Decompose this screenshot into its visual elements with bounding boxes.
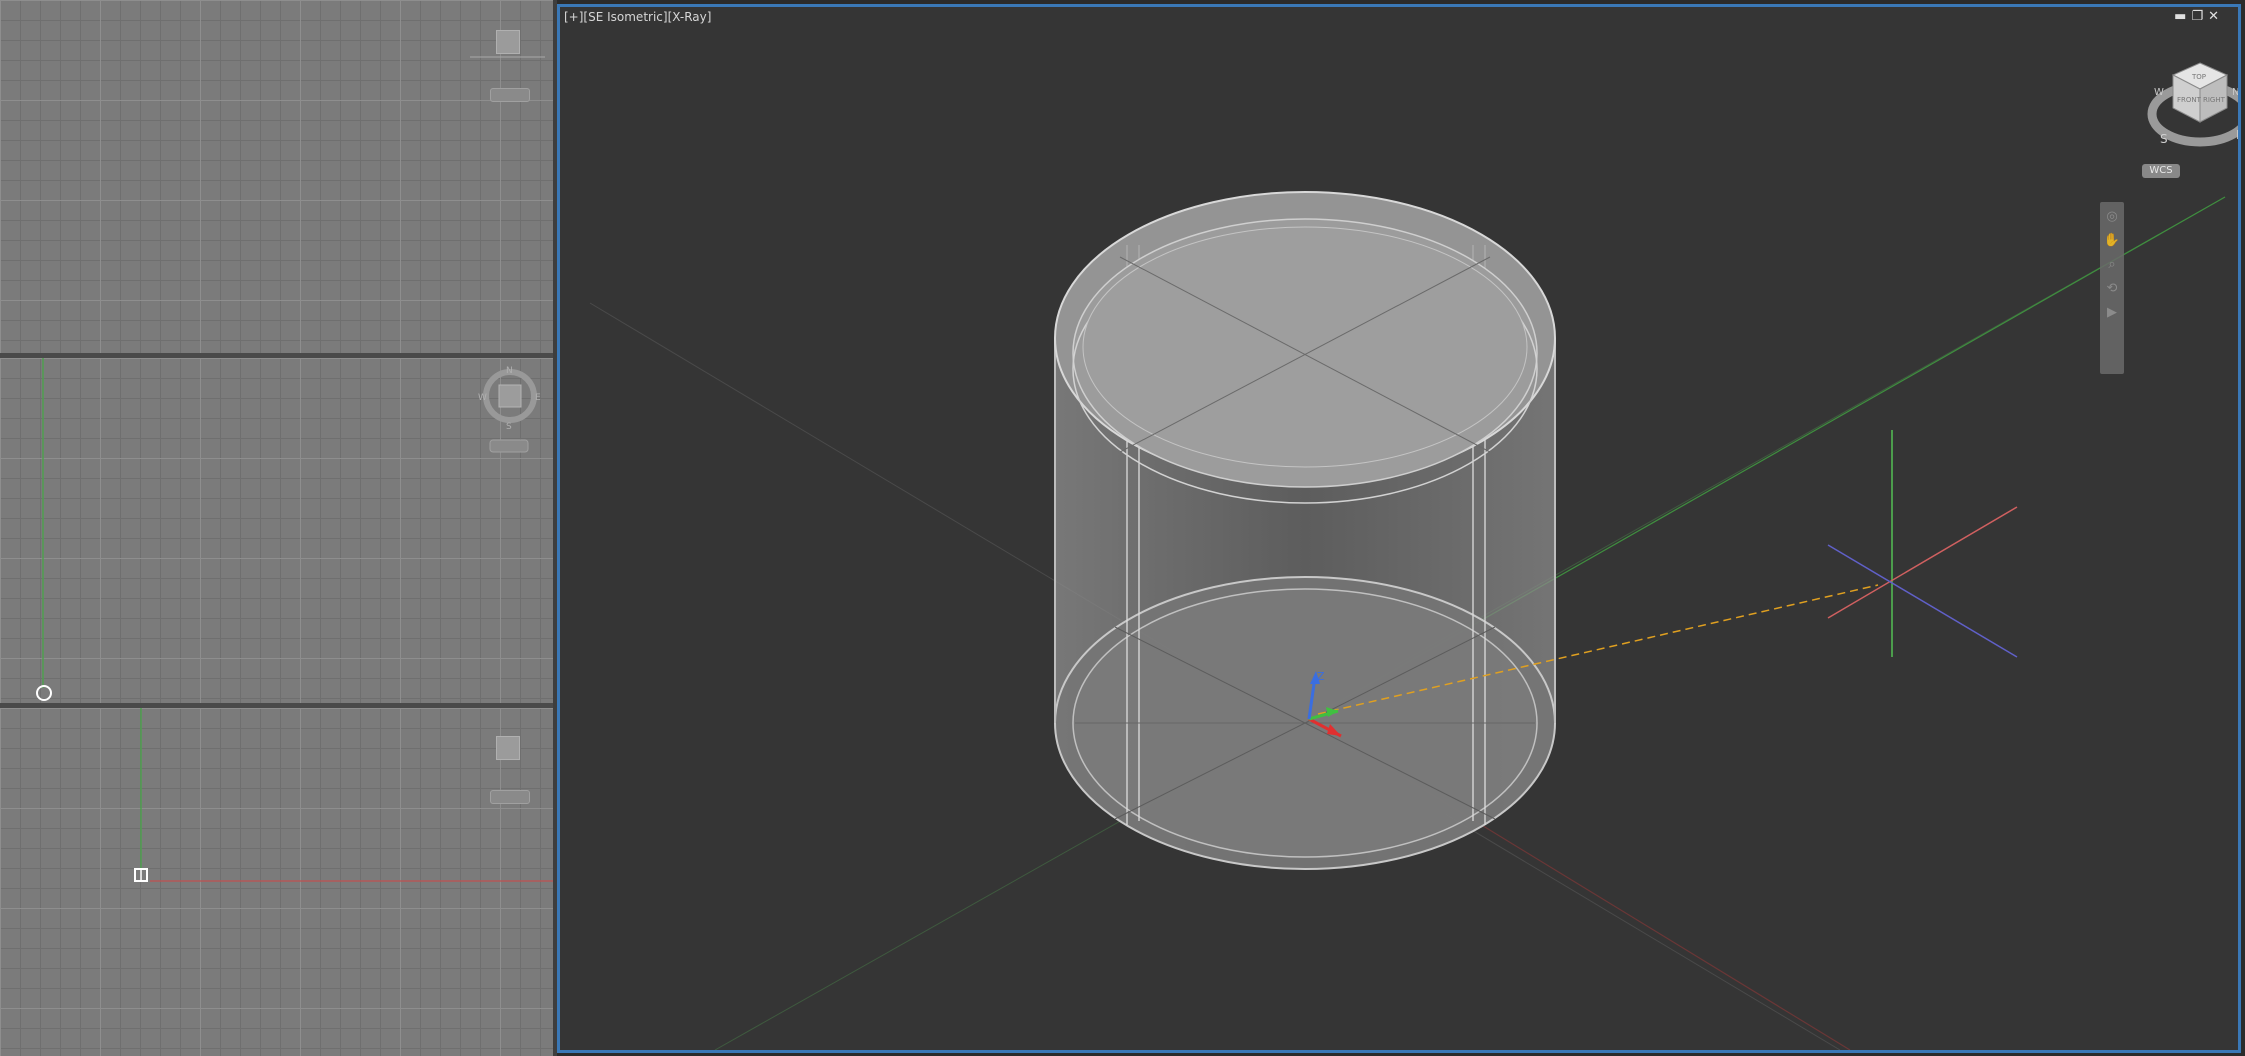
cylinder-solid[interactable]: [1054, 191, 1556, 870]
showmotion-icon[interactable]: ▶: [2103, 304, 2121, 322]
compass-e-label: E: [2236, 128, 2238, 142]
model-canvas[interactable]: Z TOP FRONT RIGHT W N S E: [560, 7, 2238, 1050]
ucs-z-label: Z: [1317, 670, 1325, 683]
zoom-icon[interactable]: ⌕: [2103, 256, 2121, 274]
orbit-icon[interactable]: ⟲: [2103, 280, 2121, 298]
viewcube-front-label: FRONT: [2177, 96, 2202, 104]
compass-e-label: E: [535, 393, 541, 403]
wcs-ghost-menu: [489, 439, 529, 453]
navigation-wheel-icon[interactable]: ◎: [2103, 208, 2121, 226]
compass-w-label: W: [478, 393, 487, 403]
compass-n-label: N: [506, 366, 513, 376]
compass-s-label: S: [506, 422, 512, 432]
ucs-origin-icon: [36, 685, 52, 701]
viewport-top[interactable]: [0, 0, 553, 353]
viewport-front-overlay: N S W E: [36, 358, 541, 701]
viewport-left-overlay: [134, 708, 553, 882]
compass-n-label: N: [2232, 87, 2238, 98]
viewcube-ghost-icon: [498, 384, 522, 408]
viewcube-right-label: RIGHT: [2203, 96, 2226, 104]
cylinder-lid-face: [1082, 226, 1528, 468]
compass-w-label: W: [2154, 87, 2164, 98]
viewport-se-isometric[interactable]: [+][SE Isometric][X-Ray] ▬❐✕ Z TOP FRONT…: [557, 4, 2241, 1053]
crosshair-cursor-icon: [1827, 430, 2018, 658]
viewport-top-grid-overlay: [470, 56, 545, 58]
viewcube-top-label: TOP: [2191, 73, 2206, 81]
compass-s-label: S: [2160, 132, 2168, 146]
viewcube[interactable]: TOP FRONT RIGHT W N S E: [2147, 62, 2238, 147]
viewport-front[interactable]: N S W E: [0, 358, 553, 703]
pan-icon[interactable]: ✋: [2103, 232, 2121, 250]
viewport-left[interactable]: [0, 708, 553, 1056]
navigation-bar: ◎ ✋ ⌕ ⟲ ▶: [2100, 202, 2124, 374]
wcs-menu[interactable]: WCS: [2142, 164, 2180, 178]
